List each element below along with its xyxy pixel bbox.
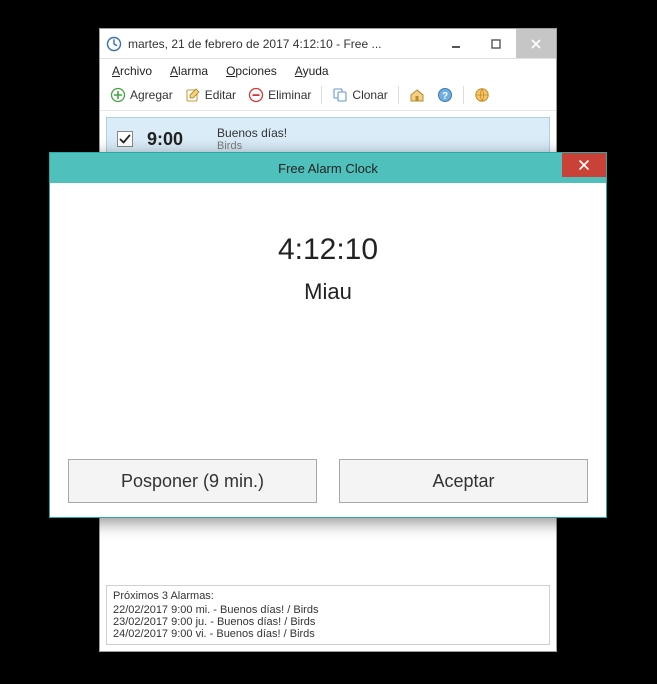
- alarm-enabled-checkbox[interactable]: [117, 131, 133, 147]
- alarm-title: Buenos días!: [217, 126, 287, 140]
- app-clock-icon: [106, 36, 122, 52]
- dialog-close-button[interactable]: [562, 153, 606, 177]
- plus-icon: [110, 87, 126, 103]
- next-alarms-header: Próximos 3 Alarmas:: [113, 590, 543, 602]
- menu-options[interactable]: Opciones: [218, 61, 285, 82]
- dialog-time: 4:12:10: [278, 233, 378, 267]
- alarm-labels: Buenos días! Birds: [217, 126, 287, 152]
- dialog-titlebar: Free Alarm Clock: [50, 153, 606, 183]
- toolbar-edit-button[interactable]: Editar: [181, 85, 240, 105]
- menu-alarm[interactable]: Alarma: [162, 61, 216, 82]
- close-button[interactable]: [516, 29, 556, 58]
- menubar: Archivo Alarma Opciones Ayuda: [100, 59, 556, 82]
- dialog-title: Free Alarm Clock: [278, 161, 378, 176]
- menu-help[interactable]: Ayuda: [287, 61, 337, 82]
- toolbar-edit-label: Editar: [205, 88, 236, 102]
- clone-icon: [332, 87, 348, 103]
- dialog-body: 4:12:10 Miau Posponer (9 min.) Aceptar: [50, 183, 606, 517]
- toolbar-separator: [463, 86, 464, 104]
- svg-text:?: ?: [442, 91, 448, 102]
- alarm-dialog: Free Alarm Clock 4:12:10 Miau Posponer (…: [49, 152, 607, 518]
- dialog-button-row: Posponer (9 min.) Aceptar: [68, 459, 588, 503]
- next-alarms-panel: Próximos 3 Alarmas: 22/02/2017 9:00 mi. …: [106, 585, 550, 645]
- toolbar-clone-label: Clonar: [352, 88, 387, 102]
- toolbar-globe-button[interactable]: [470, 85, 494, 105]
- toolbar-add-button[interactable]: Agregar: [106, 85, 177, 105]
- edit-icon: [185, 87, 201, 103]
- toolbar-separator: [321, 86, 322, 104]
- snooze-button[interactable]: Posponer (9 min.): [68, 459, 317, 503]
- next-alarm-row: 24/02/2017 9:00 vi. - Buenos días! / Bir…: [113, 628, 543, 640]
- toolbar-add-label: Agregar: [130, 88, 173, 102]
- window-title: martes, 21 de febrero de 2017 4:12:10 - …: [128, 37, 436, 51]
- home-icon: [409, 87, 425, 103]
- menu-file[interactable]: Archivo: [104, 61, 160, 82]
- alarm-time: 9:00: [147, 129, 183, 150]
- next-alarm-row: 23/02/2017 9:00 ju. - Buenos días! / Bir…: [113, 616, 543, 628]
- maximize-button[interactable]: [476, 29, 516, 58]
- titlebar: martes, 21 de febrero de 2017 4:12:10 - …: [100, 29, 556, 59]
- next-alarm-row: 22/02/2017 9:00 mi. - Buenos días! / Bir…: [113, 604, 543, 616]
- accept-button[interactable]: Aceptar: [339, 459, 588, 503]
- globe-icon: [474, 87, 490, 103]
- alarm-sound: Birds: [217, 140, 287, 152]
- delete-icon: [248, 87, 264, 103]
- toolbar-delete-label: Eliminar: [268, 88, 311, 102]
- toolbar-home-button[interactable]: [405, 85, 429, 105]
- toolbar-help-button[interactable]: ?: [433, 85, 457, 105]
- dialog-message: Miau: [304, 279, 352, 305]
- toolbar-clone-button[interactable]: Clonar: [328, 85, 391, 105]
- toolbar-delete-button[interactable]: Eliminar: [244, 85, 315, 105]
- help-icon: ?: [437, 87, 453, 103]
- minimize-button[interactable]: [436, 29, 476, 58]
- toolbar: Agregar Editar Eliminar Clonar: [100, 82, 556, 111]
- toolbar-separator: [398, 86, 399, 104]
- window-buttons: [436, 29, 556, 58]
